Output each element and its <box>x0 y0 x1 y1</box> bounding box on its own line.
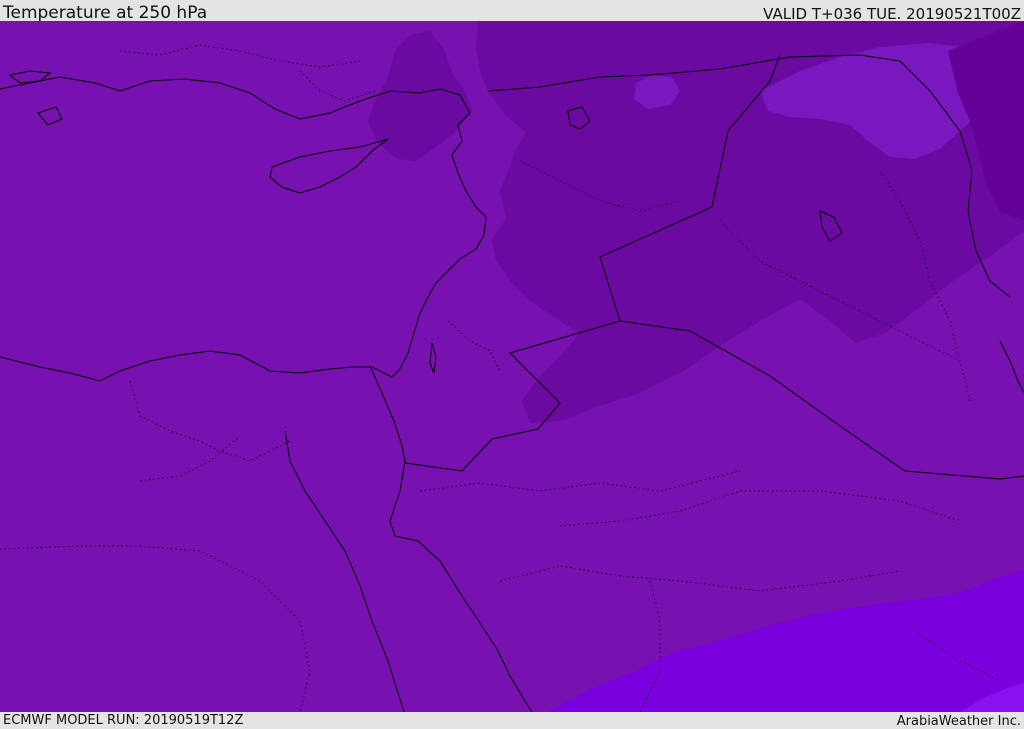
map-title: Temperature at 250 hPa <box>3 3 208 23</box>
header-bar: Temperature at 250 hPa VALID T+036 TUE. … <box>0 0 1024 23</box>
model-run-label: ECMWF MODEL RUN: 20190519T12Z <box>3 713 244 728</box>
temperature-map[interactable] <box>0 21 1024 712</box>
map-canvas <box>0 21 1024 712</box>
provider-label: ArabiaWeather Inc. <box>896 714 1021 729</box>
weather-map-frame: Temperature at 250 hPa VALID T+036 TUE. … <box>0 0 1024 729</box>
footer-bar: ECMWF MODEL RUN: 20190519T12Z ArabiaWeat… <box>0 712 1024 729</box>
